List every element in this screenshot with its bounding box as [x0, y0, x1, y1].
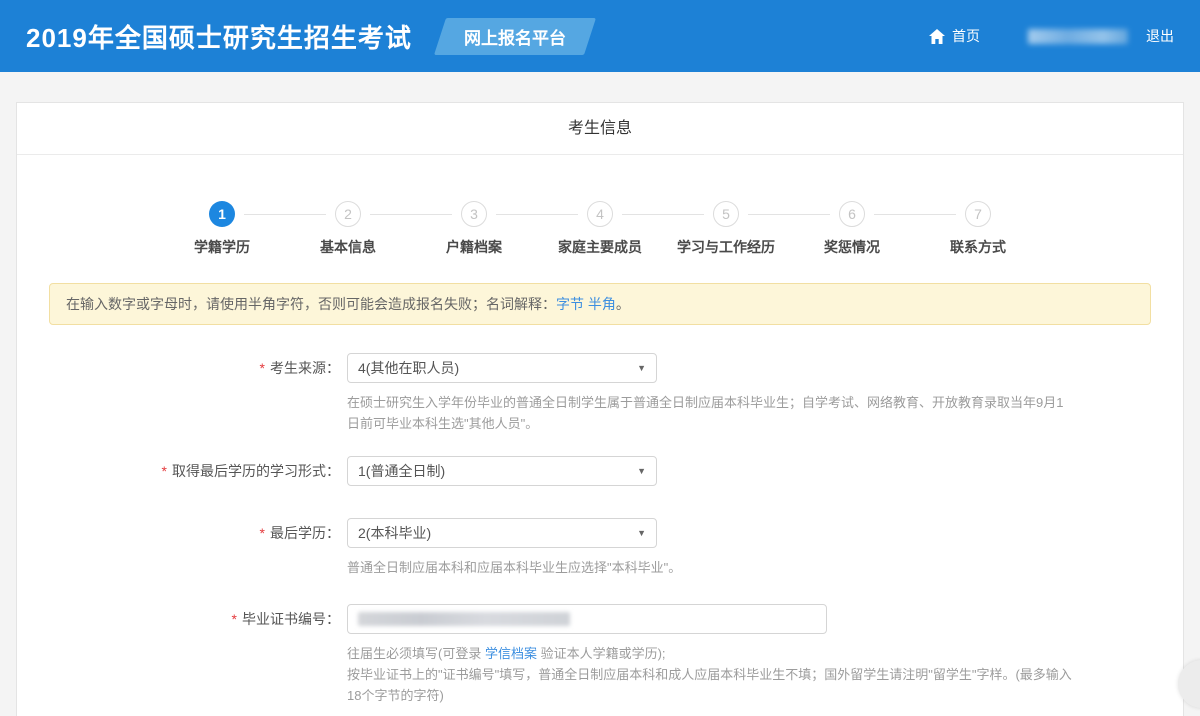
- candidate-source-helper: 在硕士研究生入学年份毕业的普通全日制学生属于普通全日制应届本科毕业生；自学考试、…: [347, 392, 1073, 434]
- required-asterisk: *: [162, 463, 167, 479]
- required-asterisk: *: [260, 360, 265, 376]
- study-form-label: *取得最后学历的学习形式：: [17, 456, 347, 486]
- step-1-circle: 1: [209, 201, 235, 227]
- step-7-contact-info: 7 联系方式: [915, 201, 1041, 257]
- step-7-label: 联系方式: [915, 237, 1041, 257]
- site-title: 2019年全国硕士研究生招生考试: [26, 18, 412, 55]
- step-2-basic-info: 2 基本信息: [285, 201, 411, 257]
- chevron-down-icon: ▼: [637, 466, 646, 476]
- platform-badge: 网上报名平台: [434, 18, 596, 55]
- step-6-circle: 6: [839, 201, 865, 227]
- candidate-info-form: *考生来源： 4(其他在职人员) ▼ 在硕士研究生入学年份毕业的普通全日制学生属…: [17, 353, 1183, 706]
- chevron-down-icon: ▼: [637, 528, 646, 538]
- chevron-down-icon: ▼: [637, 363, 646, 373]
- logout-link[interactable]: 退出: [1146, 26, 1174, 46]
- top-header-bar: 2019年全国硕士研究生招生考试 网上报名平台 首页 退出: [0, 0, 1200, 72]
- xuexin-archive-link[interactable]: 学信档案: [485, 646, 537, 661]
- home-link[interactable]: 首页: [929, 26, 980, 46]
- certificate-number-redacted: [358, 612, 570, 626]
- field-row-last-degree: *最后学历： 2(本科毕业) ▼ 普通全日制应届本科和应届本科毕业生应选择"本科…: [17, 518, 1183, 578]
- halfwidth-term-link[interactable]: 半角: [588, 296, 616, 312]
- step-6-rewards-punishments: 6 奖惩情况: [789, 201, 915, 257]
- step-3-label: 户籍档案: [411, 237, 537, 257]
- certificate-number-helper: 往届生必须填写(可登录 学信档案 验证本人学籍或学历);按毕业证书上的"证书编号…: [347, 643, 1073, 706]
- required-asterisk: *: [232, 611, 237, 627]
- last-degree-label: *最后学历：: [17, 518, 347, 578]
- certificate-number-input[interactable]: [347, 604, 827, 634]
- home-icon: [929, 29, 945, 44]
- byte-term-link[interactable]: 字节: [556, 296, 584, 312]
- home-link-label: 首页: [952, 26, 980, 46]
- page-title: 考生信息: [17, 103, 1183, 155]
- step-4-family-members: 4 家庭主要成员: [537, 201, 663, 257]
- last-degree-select[interactable]: 2(本科毕业) ▼: [347, 518, 657, 548]
- candidate-source-label: *考生来源：: [17, 353, 347, 434]
- platform-badge-label: 网上报名平台: [464, 24, 566, 49]
- halfwidth-notice-bar: 在输入数字或字母时，请使用半角字符，否则可能会造成报名失败；名词解释：字节 半角…: [49, 283, 1151, 325]
- step-5-label: 学习与工作经历: [663, 237, 789, 257]
- step-6-label: 奖惩情况: [789, 237, 915, 257]
- header-nav: 首页 退出: [929, 26, 1174, 46]
- notice-text: 在输入数字或字母时，请使用半角字符，否则可能会造成报名失败；名词解释：: [66, 296, 556, 312]
- study-form-value: 1(普通全日制): [358, 461, 445, 481]
- step-5-circle: 5: [713, 201, 739, 227]
- candidate-info-card: 考生信息 1 学籍学历 2 基本信息 3 户籍档案 4 家庭主要成员 5 学习与…: [16, 102, 1184, 716]
- step-2-circle: 2: [335, 201, 361, 227]
- last-degree-helper: 普通全日制应届本科和应届本科毕业生应选择"本科毕业"。: [347, 557, 1073, 578]
- step-1-label: 学籍学历: [159, 237, 285, 257]
- step-5-study-work-experience: 5 学习与工作经历: [663, 201, 789, 257]
- last-degree-value: 2(本科毕业): [358, 523, 431, 543]
- step-3-circle: 3: [461, 201, 487, 227]
- field-row-study-form: *取得最后学历的学习形式： 1(普通全日制) ▼: [17, 456, 1183, 486]
- step-4-circle: 4: [587, 201, 613, 227]
- step-1-xueji-xueli: 1 学籍学历: [159, 201, 285, 257]
- step-3-huji-archive: 3 户籍档案: [411, 201, 537, 257]
- field-row-candidate-source: *考生来源： 4(其他在职人员) ▼ 在硕士研究生入学年份毕业的普通全日制学生属…: [17, 353, 1183, 434]
- step-7-circle: 7: [965, 201, 991, 227]
- step-4-label: 家庭主要成员: [537, 237, 663, 257]
- notice-suffix: 。: [616, 296, 630, 312]
- certificate-number-label: *毕业证书编号：: [17, 604, 347, 706]
- candidate-source-value: 4(其他在职人员): [358, 358, 459, 378]
- step-2-label: 基本信息: [285, 237, 411, 257]
- step-wizard: 1 学籍学历 2 基本信息 3 户籍档案 4 家庭主要成员 5 学习与工作经历 …: [17, 201, 1183, 257]
- candidate-source-select[interactable]: 4(其他在职人员) ▼: [347, 353, 657, 383]
- field-row-certificate-number: *毕业证书编号： 往届生必须填写(可登录 学信档案 验证本人学籍或学历);按毕业…: [17, 604, 1183, 706]
- user-name-redacted: [1028, 29, 1128, 44]
- required-asterisk: *: [260, 525, 265, 541]
- study-form-select[interactable]: 1(普通全日制) ▼: [347, 456, 657, 486]
